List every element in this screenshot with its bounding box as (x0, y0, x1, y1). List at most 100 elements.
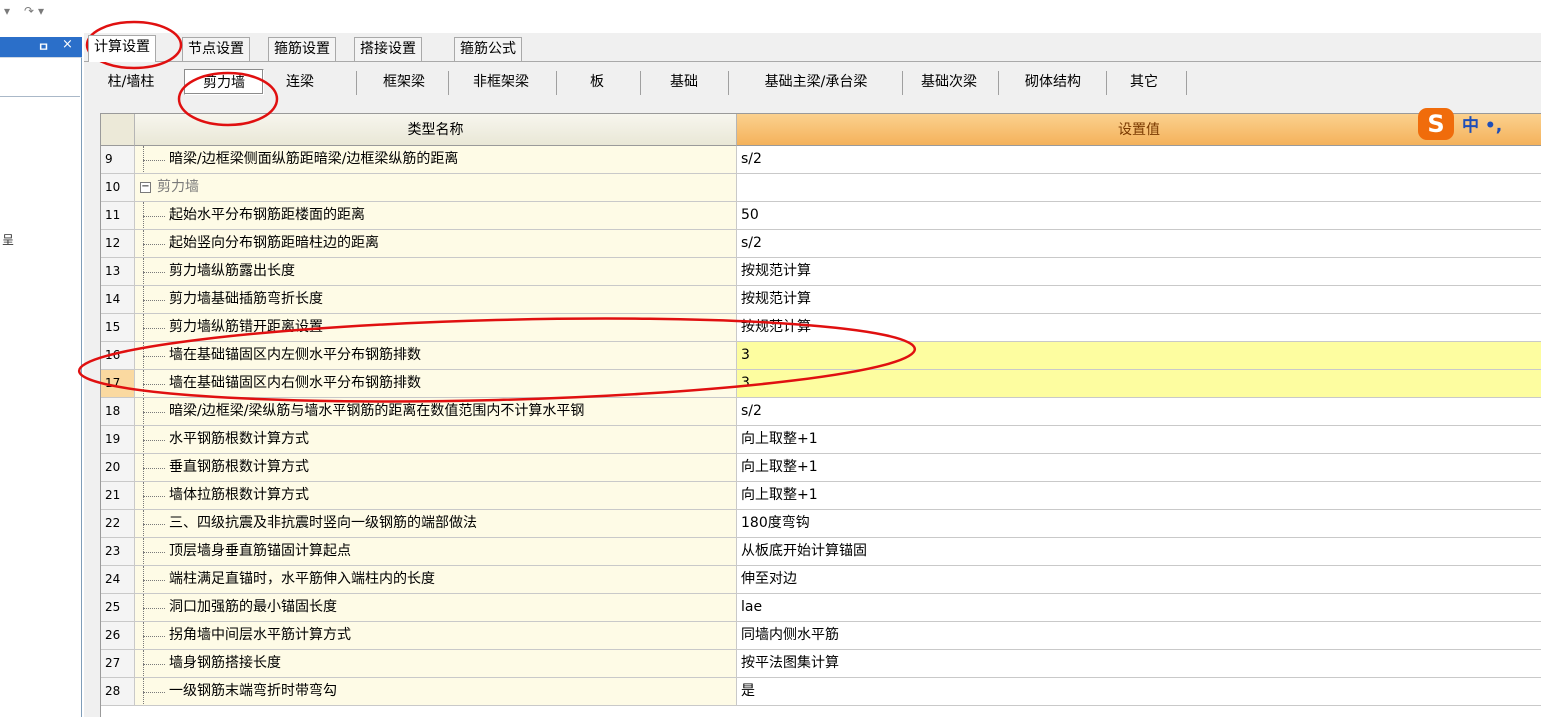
tab-node-settings[interactable]: 节点设置 (182, 37, 250, 61)
setting-value-cell[interactable]: 按规范计算 (737, 286, 1541, 314)
type-name-cell[interactable]: 剪力墙纵筋错开距离设置 (135, 314, 737, 342)
setting-value-cell[interactable]: lae (737, 594, 1541, 622)
table-row[interactable]: 13 剪力墙纵筋露出长度 按规范计算 (101, 258, 1541, 286)
close-icon[interactable]: × (62, 37, 73, 52)
subtab-foundation-secondary-beam[interactable]: 基础次梁 (906, 69, 992, 95)
type-name-cell[interactable]: 暗梁/边框梁侧面纵筋距暗梁/边框梁纵筋的距离 (135, 146, 737, 174)
type-name-cell[interactable]: 拐角墙中间层水平筋计算方式 (135, 622, 737, 650)
table-row[interactable]: 19 水平钢筋根数计算方式 向上取整+1 (101, 426, 1541, 454)
type-name-cell[interactable]: 三、四级抗震及非抗震时竖向一级钢筋的端部做法 (135, 510, 737, 538)
table-row[interactable]: 15 剪力墙纵筋错开距离设置 按规范计算 (101, 314, 1541, 342)
type-name-cell[interactable]: 暗梁/边框梁/梁纵筋与墙水平钢筋的距离在数值范围内不计算水平钢 (135, 398, 737, 426)
setting-value-cell[interactable]: 向上取整+1 (737, 454, 1541, 482)
subtab-frame-beam[interactable]: 框架梁 (366, 69, 442, 95)
settings-tab-bar: 计算设置 节点设置 箍筋设置 搭接设置 箍筋公式 (84, 33, 1541, 63)
type-name-cell[interactable]: 一级钢筋末端弯折时带弯勾 (135, 678, 737, 706)
table-row[interactable]: 9 暗梁/边框梁侧面纵筋距暗梁/边框梁纵筋的距离 s/2 (101, 146, 1541, 174)
row-number: 12 (101, 230, 135, 258)
type-name-cell[interactable]: 端柱满足直锚时，水平筋伸入端柱内的长度 (135, 566, 737, 594)
table-row[interactable]: 17 墙在基础锚固区内右侧水平分布钢筋排数 3 (101, 370, 1541, 398)
subtab-separator (998, 71, 999, 95)
tab-lap-settings[interactable]: 搭接设置 (354, 37, 422, 61)
table-row[interactable]: 27 墙身钢筋搭接长度 按平法图集计算 (101, 650, 1541, 678)
group-row[interactable]: 10− 剪力墙 (101, 174, 1541, 202)
subtab-slab[interactable]: 板 (564, 69, 630, 95)
setting-value-cell[interactable]: 是 (737, 678, 1541, 706)
subtab-foundation-main-beam[interactable]: 基础主梁/承台梁 (736, 69, 896, 95)
redo-icon[interactable]: ↷ (24, 4, 34, 18)
table-row[interactable]: 23 顶层墙身垂直筋锚固计算起点 从板底开始计算锚固 (101, 538, 1541, 566)
type-name-cell[interactable]: 水平钢筋根数计算方式 (135, 426, 737, 454)
subtab-coupling-beam[interactable]: 连梁 (280, 69, 320, 95)
setting-name: 剪力墙纵筋露出长度 (169, 263, 295, 279)
sogou-logo-icon[interactable]: S (1418, 108, 1454, 140)
ime-status-widget[interactable]: S 中 •, (1418, 108, 1541, 140)
type-name-cell[interactable]: 洞口加强筋的最小锚固长度 (135, 594, 737, 622)
header-type-name[interactable]: 类型名称 (135, 114, 737, 146)
setting-value-cell[interactable]: 同墙内侧水平筋 (737, 622, 1541, 650)
row-number: 27 (101, 650, 135, 678)
subtab-separator (728, 71, 729, 95)
setting-value-cell[interactable]: 50 (737, 202, 1541, 230)
type-name-cell[interactable]: 墙在基础锚固区内左侧水平分布钢筋排数 (135, 342, 737, 370)
table-row[interactable]: 28 一级钢筋末端弯折时带弯勾 是 (101, 678, 1541, 706)
setting-value-cell[interactable]: 向上取整+1 (737, 482, 1541, 510)
pin-icon[interactable]: ㅁ (38, 38, 49, 55)
subtab-other[interactable]: 其它 (1112, 69, 1176, 95)
type-name-cell[interactable]: 剪力墙基础插筋弯折长度 (135, 286, 737, 314)
tab-stirrup-settings[interactable]: 箍筋设置 (268, 37, 336, 61)
subtab-column[interactable]: 柱/墙柱 (92, 69, 170, 95)
row-number: 19 (101, 426, 135, 454)
row-number: 18 (101, 398, 135, 426)
table-row[interactable]: 21 墙体拉筋根数计算方式 向上取整+1 (101, 482, 1541, 510)
setting-name: 起始竖向分布钢筋距暗柱边的距离 (169, 235, 379, 251)
table-row[interactable]: 16 墙在基础锚固区内左侧水平分布钢筋排数 3 (101, 342, 1541, 370)
subtab-foundation[interactable]: 基础 (648, 69, 720, 95)
table-row[interactable]: 12 起始竖向分布钢筋距暗柱边的距离 s/2 (101, 230, 1541, 258)
redo-dropdown-icon[interactable]: ▾ (38, 4, 44, 18)
subtab-shear-wall[interactable]: 剪力墙 (184, 69, 264, 95)
collapse-toggle-icon[interactable]: − (140, 182, 151, 193)
setting-value-cell[interactable]: s/2 (737, 230, 1541, 258)
type-name-cell[interactable]: − 剪力墙 (135, 174, 737, 202)
type-name-cell[interactable]: 顶层墙身垂直筋锚固计算起点 (135, 538, 737, 566)
setting-value-cell[interactable]: 3 (737, 370, 1541, 398)
setting-value-cell[interactable]: 伸至对边 (737, 566, 1541, 594)
setting-value-cell[interactable]: 180度弯钩 (737, 510, 1541, 538)
setting-value-cell[interactable]: 按规范计算 (737, 258, 1541, 286)
table-row[interactable]: 20 垂直钢筋根数计算方式 向上取整+1 (101, 454, 1541, 482)
table-row[interactable]: 25 洞口加强筋的最小锚固长度 lae (101, 594, 1541, 622)
tab-stirrup-formula[interactable]: 箍筋公式 (454, 37, 522, 61)
setting-value-cell[interactable]: 从板底开始计算锚固 (737, 538, 1541, 566)
table-row[interactable]: 26 拐角墙中间层水平筋计算方式 同墙内侧水平筋 (101, 622, 1541, 650)
quick-access-dropdown-icon[interactable]: ▾ (4, 4, 10, 18)
tab-calc-settings[interactable]: 计算设置 (88, 35, 156, 62)
tree-branch (143, 412, 165, 413)
subtab-non-frame-beam[interactable]: 非框架梁 (456, 69, 546, 95)
type-name-cell[interactable]: 墙体拉筋根数计算方式 (135, 482, 737, 510)
type-name-cell[interactable]: 墙身钢筋搭接长度 (135, 650, 737, 678)
table-row[interactable]: 18 暗梁/边框梁/梁纵筋与墙水平钢筋的距离在数值范围内不计算水平钢 s/2 (101, 398, 1541, 426)
setting-value-cell[interactable]: 向上取整+1 (737, 426, 1541, 454)
setting-value-cell[interactable] (737, 174, 1541, 202)
subtab-separator (1106, 71, 1107, 95)
type-name-cell[interactable]: 起始水平分布钢筋距楼面的距离 (135, 202, 737, 230)
group-label: 剪力墙 (157, 179, 199, 195)
ime-mode-indicator[interactable]: 中 •, (1462, 111, 1502, 136)
setting-value-cell[interactable]: 3 (737, 342, 1541, 370)
setting-name: 剪力墙基础插筋弯折长度 (169, 291, 323, 307)
table-row[interactable]: 14 剪力墙基础插筋弯折长度 按规范计算 (101, 286, 1541, 314)
type-name-cell[interactable]: 起始竖向分布钢筋距暗柱边的距离 (135, 230, 737, 258)
type-name-cell[interactable]: 剪力墙纵筋露出长度 (135, 258, 737, 286)
component-subtab-bar: 柱/墙柱 剪力墙 连梁 框架梁 非框架梁 板 基础 基础主梁/承台梁 基础次梁 … (84, 63, 1541, 99)
setting-value-cell[interactable]: 按规范计算 (737, 314, 1541, 342)
table-row[interactable]: 24 端柱满足直锚时，水平筋伸入端柱内的长度 伸至对边 (101, 566, 1541, 594)
setting-value-cell[interactable]: s/2 (737, 146, 1541, 174)
setting-value-cell[interactable]: s/2 (737, 398, 1541, 426)
subtab-masonry[interactable]: 砌体结构 (1004, 69, 1102, 95)
type-name-cell[interactable]: 墙在基础锚固区内右侧水平分布钢筋排数 (135, 370, 737, 398)
table-row[interactable]: 11 起始水平分布钢筋距楼面的距离 50 (101, 202, 1541, 230)
type-name-cell[interactable]: 垂直钢筋根数计算方式 (135, 454, 737, 482)
setting-value-cell[interactable]: 按平法图集计算 (737, 650, 1541, 678)
table-row[interactable]: 22 三、四级抗震及非抗震时竖向一级钢筋的端部做法 180度弯钩 (101, 510, 1541, 538)
